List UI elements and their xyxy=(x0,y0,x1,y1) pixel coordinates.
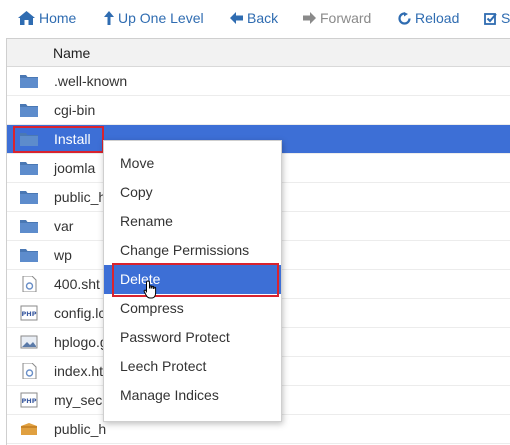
home-icon xyxy=(18,11,35,25)
file-name: hplogo.g xyxy=(54,334,108,350)
home-button[interactable]: Home xyxy=(18,8,76,28)
svg-text:PHP: PHP xyxy=(22,310,37,318)
file-name: var xyxy=(54,218,74,234)
file-name: wp xyxy=(54,247,72,263)
document-icon xyxy=(20,362,38,380)
file-name: index.ht xyxy=(54,363,104,379)
home-label: Home xyxy=(39,10,77,26)
php-file-icon: PHP xyxy=(20,305,38,321)
php-file-icon: PHP xyxy=(20,392,38,408)
forward-button[interactable]: Forward xyxy=(303,8,371,28)
arrow-right-icon xyxy=(303,12,316,24)
select-all-button[interactable]: S xyxy=(484,8,510,28)
select-all-label: S xyxy=(501,10,510,26)
menu-item-rename[interactable]: Rename xyxy=(104,207,281,236)
file-name: config.lc xyxy=(54,305,106,321)
arrow-up-icon xyxy=(104,11,114,25)
menu-item-leech-protect[interactable]: Leech Protect xyxy=(104,352,281,381)
forward-label: Forward xyxy=(320,10,372,26)
reload-label: Reload xyxy=(415,10,460,26)
checkbox-icon xyxy=(484,12,497,25)
toolbar: Home Up One Level Back Forward Reload S xyxy=(0,0,510,36)
up-one-level-label: Up One Level xyxy=(118,10,204,26)
file-name: my_sec xyxy=(54,392,103,408)
menu-item-copy[interactable]: Copy xyxy=(104,178,281,207)
menu-item-delete[interactable]: Delete xyxy=(104,265,281,294)
package-icon xyxy=(20,421,38,437)
back-label: Back xyxy=(247,10,279,26)
back-button[interactable]: Back xyxy=(230,8,278,28)
selection-highlight-frame xyxy=(13,126,104,153)
folder-icon xyxy=(20,247,38,263)
menu-item-compress[interactable]: Compress xyxy=(104,294,281,323)
folder-icon xyxy=(20,73,38,89)
name-column-header[interactable]: Name xyxy=(53,45,90,61)
file-name: public_h xyxy=(54,189,107,205)
folder-icon xyxy=(20,189,38,205)
up-one-level-button[interactable]: Up One Level xyxy=(104,8,204,28)
file-row[interactable]: cgi-bin xyxy=(7,96,510,125)
arrow-left-icon xyxy=(230,12,243,24)
menu-item-move[interactable]: Move xyxy=(104,149,281,178)
reload-button[interactable]: Reload xyxy=(398,8,459,28)
menu-item-change-permissions[interactable]: Change Permissions xyxy=(104,236,281,265)
file-name: public_h xyxy=(54,421,107,437)
menu-item-password-protect[interactable]: Password Protect xyxy=(104,323,281,352)
reload-icon xyxy=(398,11,411,25)
folder-icon xyxy=(20,160,38,176)
file-name: .well-known xyxy=(54,73,128,89)
image-file-icon xyxy=(20,334,38,350)
menu-item-manage-indices[interactable]: Manage Indices xyxy=(104,381,281,410)
file-name: cgi-bin xyxy=(54,102,96,118)
file-name: 400.sht xyxy=(54,276,100,292)
context-menu: Move Copy Rename Change Permissions Delete Co… xyxy=(103,140,282,422)
file-name: joomla xyxy=(54,160,96,176)
folder-icon xyxy=(20,218,38,234)
svg-text:PHP: PHP xyxy=(22,397,37,405)
file-list-header: Name xyxy=(7,39,510,67)
folder-icon xyxy=(20,102,38,118)
document-icon xyxy=(20,275,38,293)
file-row[interactable]: .well-known xyxy=(7,67,510,96)
